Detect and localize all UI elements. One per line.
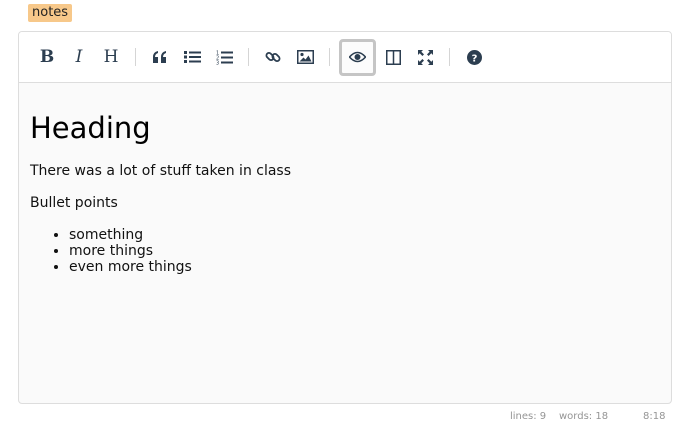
list-ul-icon bbox=[183, 51, 201, 63]
side-by-side-button[interactable] bbox=[378, 42, 408, 72]
toolbar-separator bbox=[135, 48, 136, 66]
editor-statusbar: lines: 9 words: 18 8:18 bbox=[0, 411, 694, 425]
toolbar-separator bbox=[248, 48, 249, 66]
bold-icon: B bbox=[39, 46, 55, 67]
italic-button[interactable]: I bbox=[64, 42, 94, 72]
list-item: something bbox=[69, 227, 659, 243]
link-icon bbox=[265, 52, 281, 62]
markdown-editor: B I H 1 2 3 ? Heading There was a lot of… bbox=[18, 31, 672, 404]
preview-pane: Heading There was a lot of stuff taken i… bbox=[19, 83, 671, 275]
columns-icon bbox=[385, 49, 401, 65]
image-icon bbox=[296, 50, 314, 64]
preview-heading: Heading bbox=[30, 111, 151, 145]
list-ol-icon: 1 2 3 bbox=[216, 50, 233, 65]
line-count: lines: 9 bbox=[510, 411, 547, 422]
quote-icon bbox=[153, 51, 166, 63]
image-button[interactable] bbox=[290, 42, 320, 72]
bold-button[interactable]: B bbox=[32, 42, 62, 72]
link-button[interactable] bbox=[258, 42, 288, 72]
eye-icon bbox=[349, 51, 366, 63]
guide-button[interactable]: ? bbox=[459, 42, 489, 72]
unordered-list-button[interactable] bbox=[177, 42, 207, 72]
fullscreen-button[interactable] bbox=[410, 42, 440, 72]
list-item: more things bbox=[69, 243, 659, 259]
preview-paragraph: Bullet points bbox=[30, 195, 118, 211]
expand-icon bbox=[417, 49, 433, 65]
toolbar-separator bbox=[329, 48, 330, 66]
question-circle-icon: ? bbox=[466, 49, 482, 65]
editor-toolbar: B I H 1 2 3 ? bbox=[19, 32, 671, 83]
heading-button[interactable]: H bbox=[96, 42, 126, 72]
italic-icon: I bbox=[75, 46, 83, 67]
heading-icon: H bbox=[103, 46, 119, 67]
bullet-list: something more things even more things bbox=[69, 227, 659, 275]
preview-button[interactable] bbox=[339, 38, 376, 76]
word-count: words: 18 bbox=[559, 411, 609, 422]
toolbar-separator bbox=[449, 48, 450, 66]
list-item: even more things bbox=[69, 259, 659, 275]
quote-button[interactable] bbox=[145, 42, 175, 72]
svg-text:?: ? bbox=[471, 53, 477, 64]
notes-tag: notes bbox=[28, 4, 73, 22]
ordered-list-button[interactable]: 1 2 3 bbox=[209, 42, 239, 72]
svg-text:3: 3 bbox=[216, 60, 219, 65]
cursor-position: 8:18 bbox=[643, 411, 666, 422]
preview-paragraph: There was a lot of stuff taken in class bbox=[30, 163, 292, 179]
